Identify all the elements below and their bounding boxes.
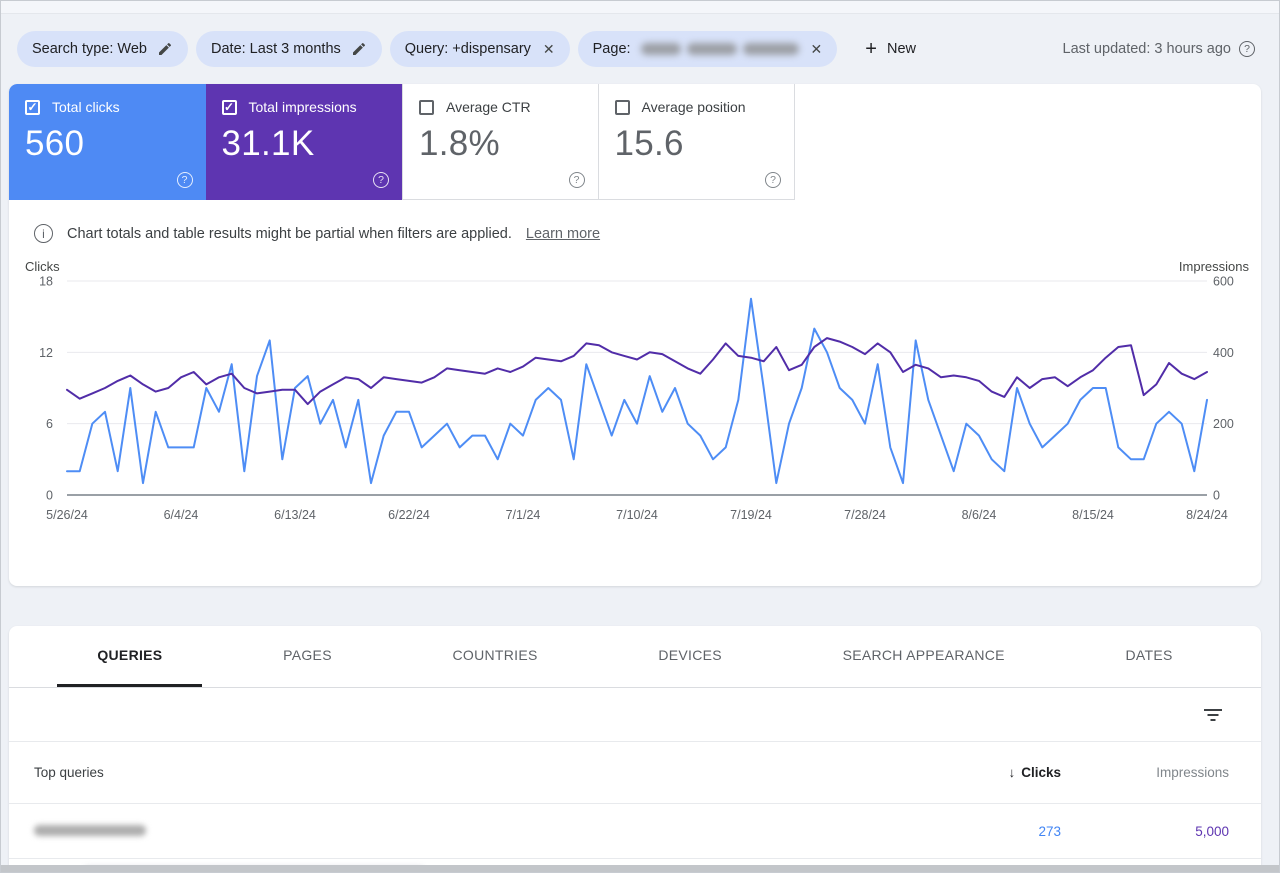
svg-text:18: 18 bbox=[39, 275, 53, 289]
new-filter-button[interactable]: + New bbox=[855, 39, 926, 59]
query-cell-redacted bbox=[9, 824, 876, 839]
svg-text:Clicks: Clicks bbox=[25, 261, 60, 274]
svg-text:6/22/24: 6/22/24 bbox=[388, 508, 430, 522]
metric-cards-row: ✓ Total clicks 560 ? ✓ Total impressions… bbox=[9, 84, 1261, 200]
svg-text:Impressions: Impressions bbox=[1179, 261, 1250, 274]
tab-countries[interactable]: COUNTRIES bbox=[413, 626, 578, 687]
last-updated-text: Last updated: 3 hours ago bbox=[1062, 41, 1232, 57]
performance-chart-area[interactable]: 0 6 12 18 0 200 400 600 Clicks Impressions 5/26/24… bbox=[9, 259, 1261, 530]
svg-text:8/24/24: 8/24/24 bbox=[1186, 508, 1228, 522]
checkbox-unchecked-icon[interactable] bbox=[614, 99, 630, 115]
checkbox-checked-icon[interactable]: ✓ bbox=[221, 99, 237, 115]
chip-label: Query: +dispensary bbox=[404, 41, 531, 57]
dimension-tabs: QUERIES PAGES COUNTRIES DEVICES SEARCH A… bbox=[9, 626, 1261, 688]
svg-text:600: 600 bbox=[1213, 275, 1234, 289]
bottom-scrollbar[interactable] bbox=[1, 865, 1279, 872]
performance-chart[interactable]: 0 6 12 18 0 200 400 600 Clicks Impressions 5/26/24… bbox=[9, 259, 1261, 525]
help-icon[interactable]: ? bbox=[1239, 41, 1255, 57]
svg-text:0: 0 bbox=[46, 489, 53, 503]
dimensions-panel: QUERIES PAGES COUNTRIES DEVICES SEARCH A… bbox=[9, 626, 1261, 872]
edit-icon[interactable] bbox=[157, 41, 173, 57]
table-filter-row bbox=[9, 688, 1261, 742]
svg-text:200: 200 bbox=[1213, 417, 1234, 431]
help-icon[interactable]: ? bbox=[568, 172, 585, 188]
info-icon: i bbox=[34, 224, 53, 243]
learn-more-link[interactable]: Learn more bbox=[526, 226, 600, 242]
close-icon[interactable]: ✕ bbox=[809, 41, 823, 58]
help-icon[interactable]: ? bbox=[176, 172, 193, 188]
metric-value: 31.1K bbox=[221, 124, 315, 163]
tab-queries[interactable]: QUERIES bbox=[57, 626, 203, 687]
chip-label: Page: bbox=[592, 41, 631, 57]
svg-text:7/19/24: 7/19/24 bbox=[730, 508, 772, 522]
svg-text:6/4/24: 6/4/24 bbox=[164, 508, 199, 522]
column-header-impressions[interactable]: Impressions bbox=[1061, 765, 1261, 780]
last-updated: Last updated: 3 hours ago ? bbox=[1062, 41, 1255, 57]
edit-icon[interactable] bbox=[351, 41, 367, 57]
search-console-performance-screen: Search type: Web Date: Last 3 months Que… bbox=[0, 0, 1280, 873]
table-header-row: Top queries ↓ Clicks Impressions bbox=[9, 742, 1261, 804]
impressions-cell: 5,000 bbox=[1195, 823, 1229, 839]
svg-text:7/28/24: 7/28/24 bbox=[844, 508, 886, 522]
metric-label: Average CTR bbox=[446, 99, 531, 115]
metric-label: Total clicks bbox=[52, 99, 120, 115]
redacted-page-url bbox=[640, 43, 799, 55]
metric-card-average-position[interactable]: Average position 15.6 ? bbox=[598, 84, 795, 200]
tab-pages[interactable]: PAGES bbox=[243, 626, 372, 687]
metric-card-total-impressions[interactable]: ✓ Total impressions 31.1K ? bbox=[205, 84, 402, 200]
help-icon[interactable]: ? bbox=[373, 172, 389, 188]
filter-chip-date[interactable]: Date: Last 3 months bbox=[196, 31, 382, 67]
svg-text:7/10/24: 7/10/24 bbox=[616, 508, 658, 522]
help-icon[interactable]: ? bbox=[765, 172, 781, 188]
svg-text:5/26/24: 5/26/24 bbox=[46, 508, 88, 522]
tab-devices[interactable]: DEVICES bbox=[618, 626, 762, 687]
column-header-top-queries: Top queries bbox=[34, 765, 104, 780]
chip-label: Date: Last 3 months bbox=[211, 41, 341, 57]
top-strip bbox=[1, 1, 1279, 14]
filter-chip-search-type[interactable]: Search type: Web bbox=[17, 31, 188, 67]
svg-text:7/1/24: 7/1/24 bbox=[506, 508, 541, 522]
metric-value: 560 bbox=[25, 124, 85, 163]
metric-value: 15.6 bbox=[614, 124, 684, 163]
partial-results-notice: i Chart totals and table results might b… bbox=[34, 224, 1261, 243]
close-icon[interactable]: ✕ bbox=[541, 41, 555, 58]
svg-text:12: 12 bbox=[39, 346, 53, 360]
svg-text:400: 400 bbox=[1213, 346, 1234, 360]
filter-chip-query[interactable]: Query: +dispensary ✕ bbox=[389, 31, 570, 67]
metric-card-total-clicks[interactable]: ✓ Total clicks 560 ? bbox=[9, 84, 206, 200]
svg-text:8/6/24: 8/6/24 bbox=[962, 508, 997, 522]
svg-text:8/15/24: 8/15/24 bbox=[1072, 508, 1114, 522]
performance-panel: ✓ Total clicks 560 ? ✓ Total impressions… bbox=[9, 84, 1261, 586]
metric-value: 1.8% bbox=[419, 124, 500, 163]
tab-dates[interactable]: DATES bbox=[1086, 626, 1213, 687]
svg-text:6/13/24: 6/13/24 bbox=[274, 508, 316, 522]
filter-icon[interactable] bbox=[1203, 705, 1223, 725]
metric-label: Total impressions bbox=[248, 99, 357, 115]
svg-text:6: 6 bbox=[46, 417, 53, 431]
filter-bar: Search type: Web Date: Last 3 months Que… bbox=[1, 14, 1279, 84]
filter-chip-page[interactable]: Page: ✕ bbox=[577, 31, 838, 67]
sort-descending-icon: ↓ bbox=[1008, 765, 1016, 780]
new-filter-label: New bbox=[886, 41, 916, 57]
checkbox-unchecked-icon[interactable] bbox=[419, 99, 434, 115]
notice-text: Chart totals and table results might be … bbox=[67, 225, 512, 242]
table-row[interactable]: 273 5,000 bbox=[9, 804, 1261, 859]
svg-text:0: 0 bbox=[1213, 489, 1220, 503]
checkbox-checked-icon[interactable]: ✓ bbox=[25, 99, 40, 115]
plus-icon: + bbox=[865, 38, 877, 60]
column-header-clicks[interactable]: ↓ Clicks bbox=[876, 765, 1061, 780]
metric-row-spacer bbox=[795, 84, 1261, 200]
metric-card-average-ctr[interactable]: Average CTR 1.8% ? bbox=[402, 84, 599, 200]
tab-search-appearance[interactable]: SEARCH APPEARANCE bbox=[803, 626, 1045, 687]
metric-label: Average position bbox=[641, 99, 746, 115]
clicks-cell: 273 bbox=[1038, 823, 1061, 839]
chip-label: Search type: Web bbox=[32, 41, 147, 57]
